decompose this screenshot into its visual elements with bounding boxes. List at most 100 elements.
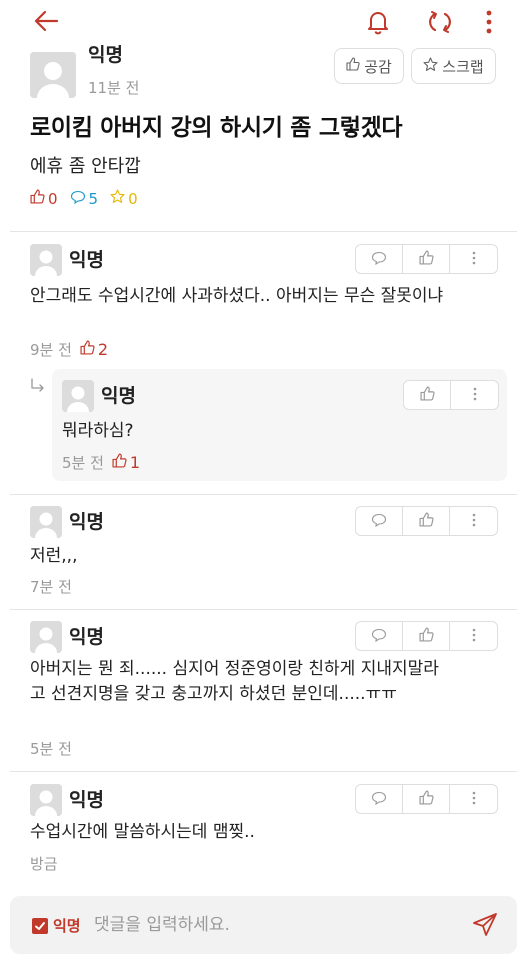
speech-bubble-icon xyxy=(371,627,387,646)
reply-like-count: 1 xyxy=(112,453,140,472)
comment-author: 익명 xyxy=(69,789,104,811)
thumbs-up-icon xyxy=(418,789,434,809)
comment-meta: 9분 전 2 xyxy=(30,339,108,360)
comment-time: 7분 전 xyxy=(30,578,72,596)
comment-input[interactable] xyxy=(94,908,464,942)
comment-time: 5분 전 xyxy=(30,740,72,758)
like-button[interactable] xyxy=(403,785,450,813)
more-button[interactable] xyxy=(450,785,497,813)
speech-bubble-icon xyxy=(371,790,387,809)
avatar xyxy=(30,506,62,538)
more-vertical-icon xyxy=(472,790,476,809)
divider xyxy=(10,609,517,610)
post-body: 에휴 좀 안타깝 xyxy=(30,156,141,177)
speech-bubble-icon xyxy=(371,512,387,531)
reply-text: 뭐라하심? xyxy=(62,421,134,441)
empathize-label: 공감 xyxy=(364,57,392,76)
top-bar xyxy=(0,0,527,44)
reply-time: 5분 전 xyxy=(62,454,104,472)
thumbs-up-icon xyxy=(418,511,434,531)
thumbs-up-icon xyxy=(80,340,95,359)
post-scrap-count: 0 xyxy=(110,189,138,208)
avatar xyxy=(30,52,76,98)
reply-arrow-icon xyxy=(30,378,46,394)
comment-like-count: 2 xyxy=(80,340,108,359)
comment-meta: 방금 xyxy=(30,853,58,874)
divider xyxy=(10,494,517,495)
avatar xyxy=(62,380,94,412)
star-outline-icon xyxy=(423,56,438,76)
comment-text: 수업시간에 말씀하시는데 맴찢.. xyxy=(30,822,255,842)
thumbs-up-icon xyxy=(418,249,434,269)
comment-item: 익명 아버지는 뭔 죄...... 심지어 정준영이랑 친하게 지내지말라고 선… xyxy=(30,621,498,761)
comment-item: 익명 안그래도 수업시간에 사과하셨다.. 아버지는 무슨 잘못이냐 9분 전 … xyxy=(30,244,498,362)
reply-button[interactable] xyxy=(356,785,403,813)
bell-icon[interactable] xyxy=(366,9,390,35)
post-title: 로이킴 아버지 강의 하시기 좀 그렇겠다 xyxy=(30,115,403,141)
like-button[interactable] xyxy=(403,507,450,535)
post-stats: 0 5 0 xyxy=(30,189,146,208)
scrap-button[interactable]: 스크랩 xyxy=(411,48,496,84)
comment-actions xyxy=(355,244,498,274)
comment-actions xyxy=(355,621,498,651)
comment-composer: 익명 xyxy=(10,896,517,954)
more-vertical-icon xyxy=(472,512,476,531)
back-arrow-icon[interactable] xyxy=(33,9,59,33)
like-button[interactable] xyxy=(403,622,450,650)
reply-author: 익명 xyxy=(101,385,136,407)
avatar xyxy=(30,621,62,653)
post-time: 11분 전 xyxy=(88,79,140,97)
star-outline-icon xyxy=(110,189,125,208)
like-button[interactable] xyxy=(404,381,451,409)
comment-author: 익명 xyxy=(69,511,104,533)
comment-actions xyxy=(355,784,498,814)
more-button[interactable] xyxy=(450,245,497,273)
thumbs-up-icon xyxy=(30,189,45,208)
reply-item: 익명 뭐라하심? 5분 전 1 xyxy=(52,369,507,481)
thumbs-up-icon xyxy=(418,626,434,646)
anonymous-checkbox[interactable]: 익명 xyxy=(32,915,81,936)
divider xyxy=(10,771,517,772)
thumbs-up-icon xyxy=(346,57,360,75)
comment-author: 익명 xyxy=(69,249,104,271)
more-vertical-icon xyxy=(472,627,476,646)
comment-meta: 5분 전 xyxy=(30,738,72,759)
comment-author: 익명 xyxy=(69,626,104,648)
comment-item: 익명 저런,,, 7분 전 xyxy=(30,506,498,601)
speech-bubble-icon xyxy=(371,250,387,269)
more-vertical-icon xyxy=(472,250,476,269)
thumbs-up-icon xyxy=(419,385,435,405)
more-vertical-icon[interactable] xyxy=(484,9,494,35)
post-like-count: 0 xyxy=(30,189,58,208)
checkbox-checked-icon xyxy=(32,917,48,934)
comment-meta: 7분 전 xyxy=(30,576,72,597)
anonymous-label: 익명 xyxy=(53,917,81,935)
comment-text: 아버지는 뭔 죄...... 심지어 정준영이랑 친하게 지내지말라고 선견지명… xyxy=(30,659,439,704)
more-vertical-icon xyxy=(473,386,477,405)
reply-button[interactable] xyxy=(356,245,403,273)
more-button[interactable] xyxy=(451,381,498,409)
scrap-label: 스크랩 xyxy=(442,57,484,76)
avatar xyxy=(30,784,62,816)
refresh-icon[interactable] xyxy=(427,9,453,35)
send-icon[interactable] xyxy=(472,912,498,938)
more-button[interactable] xyxy=(450,622,497,650)
comment-time: 방금 xyxy=(30,855,58,873)
empathize-button[interactable]: 공감 xyxy=(334,48,404,84)
reply-actions xyxy=(403,380,499,410)
speech-bubble-icon xyxy=(70,190,86,208)
reply-button[interactable] xyxy=(356,622,403,650)
divider xyxy=(10,231,517,232)
comment-actions xyxy=(355,506,498,536)
comment-text: 저런,,, xyxy=(30,546,78,566)
avatar xyxy=(30,244,62,276)
comment-item: 익명 수업시간에 말씀하시는데 맴찢.. 방금 xyxy=(30,784,498,879)
comment-time: 9분 전 xyxy=(30,341,72,359)
more-button[interactable] xyxy=(450,507,497,535)
comment-text: 안그래도 수업시간에 사과하셨다.. 아버지는 무슨 잘못이냐 xyxy=(30,286,444,306)
reply-button[interactable] xyxy=(356,507,403,535)
reply-meta: 5분 전 1 xyxy=(62,452,140,473)
thumbs-up-icon xyxy=(112,453,127,472)
post-comment-count: 5 xyxy=(70,190,98,208)
like-button[interactable] xyxy=(403,245,450,273)
